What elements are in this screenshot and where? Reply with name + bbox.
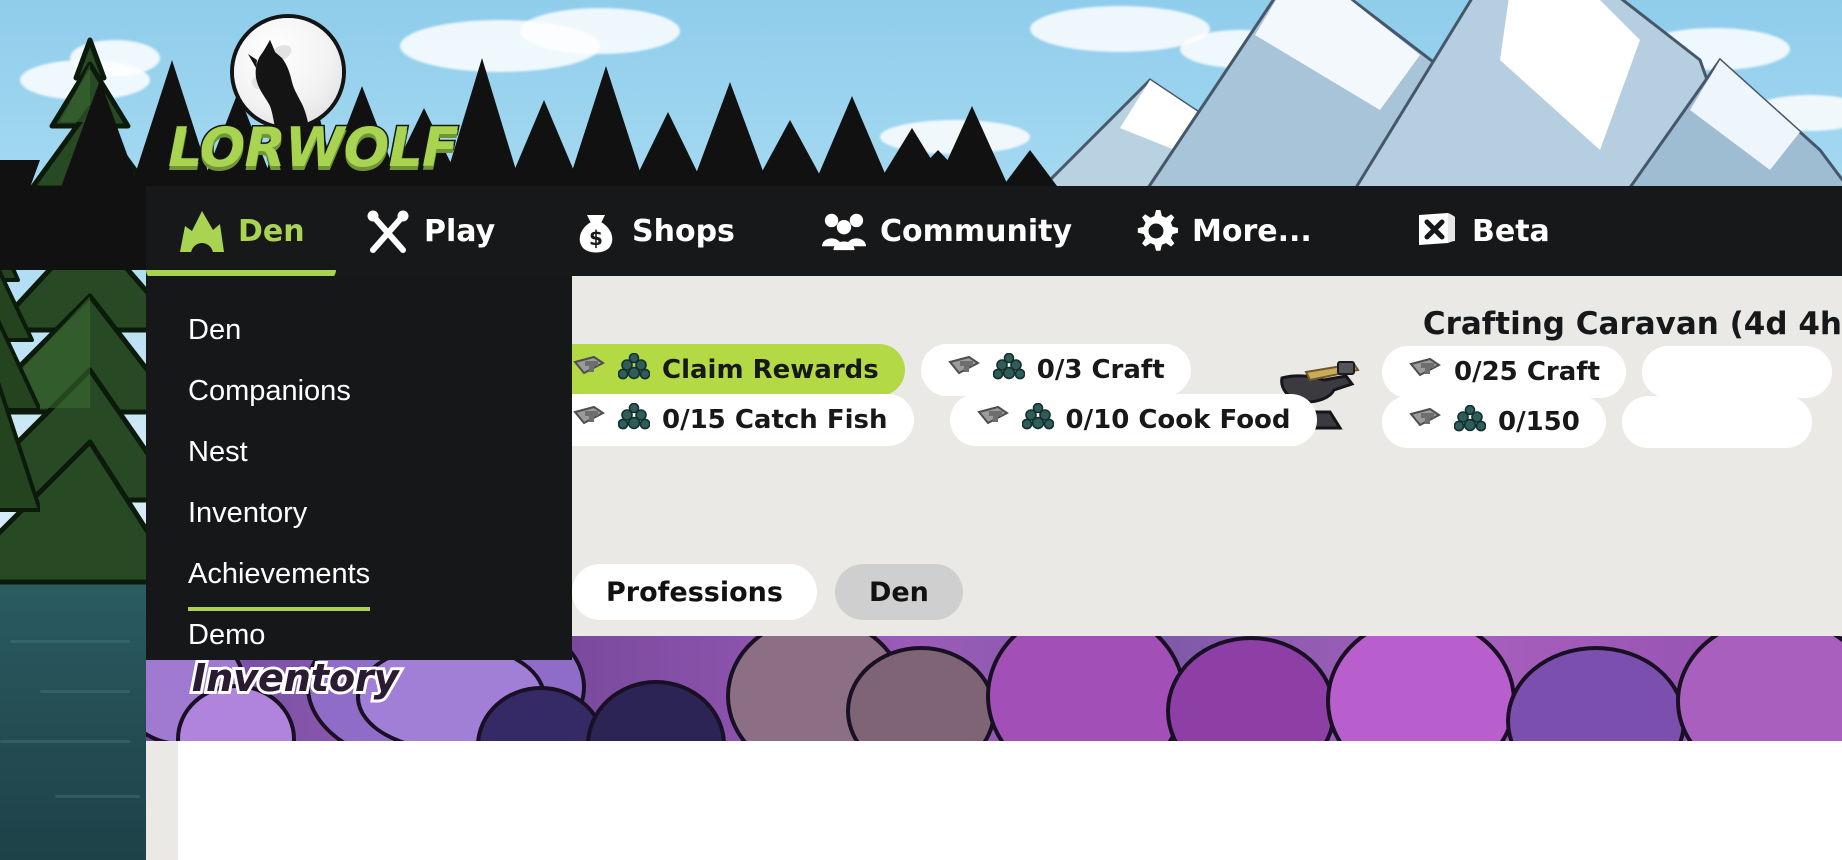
water-ripple xyxy=(55,795,140,798)
tab-den[interactable]: Den xyxy=(834,564,963,620)
water-ripple xyxy=(10,640,130,643)
caravan-chip-label: 0/150 xyxy=(1498,407,1580,437)
nav-label-play: Play xyxy=(424,213,496,249)
tab-professions[interactable]: Professions xyxy=(572,564,817,620)
task-chip-label: 0/15 Catch Fish xyxy=(662,405,888,435)
caravan-chip-partial[interactable] xyxy=(1642,346,1833,398)
task-chip-row-2: 0/15 Catch Fish 0/10 Cook Food xyxy=(546,394,1317,446)
scroll-icon xyxy=(976,405,1010,436)
ore-icon xyxy=(617,352,651,388)
nav-item-shops[interactable]: $ Shops xyxy=(548,186,800,276)
crafting-caravan-title: Crafting Caravan (4d 4h xyxy=(1422,306,1842,342)
dropdown-item-companions[interactable]: Companions xyxy=(146,361,572,422)
caravan-chip-partial[interactable] xyxy=(1621,396,1812,448)
tab-label: Professions xyxy=(606,576,783,608)
nav-label-den: Den xyxy=(238,213,305,249)
scroll-icon xyxy=(572,355,606,386)
caravan-chip[interactable]: 0/25 Craft xyxy=(1382,346,1627,398)
ore-icon xyxy=(1021,402,1054,438)
den-dropdown-menu: Den Companions Nest Inventory Achievemen… xyxy=(146,276,572,660)
dropdown-label: Demo xyxy=(188,619,266,651)
caravan-chip-row-2: 0/150 xyxy=(1382,396,1812,448)
dropdown-item-nest[interactable]: Nest xyxy=(146,422,572,483)
dropdown-label: Achievements xyxy=(188,544,371,611)
task-chip-label: 0/10 Cook Food xyxy=(1065,405,1291,435)
task-chip[interactable]: 0/3 Craft xyxy=(920,344,1191,396)
banner-orb xyxy=(1676,636,1842,741)
ore-icon xyxy=(992,352,1026,388)
claim-rewards-chip[interactable]: Claim Rewards xyxy=(546,344,905,396)
ore-icon xyxy=(617,402,651,438)
scroll-icon xyxy=(1408,407,1442,438)
nav-item-play[interactable]: Play xyxy=(336,186,548,276)
dropdown-label: Den xyxy=(188,314,242,346)
nav-label-community: Community xyxy=(880,213,1073,249)
claim-rewards-label: Claim Rewards xyxy=(662,355,879,385)
nav-label-shops: Shops xyxy=(632,213,735,249)
banner-orb xyxy=(586,680,726,741)
water-ripple xyxy=(40,690,130,693)
gear-icon xyxy=(1134,209,1178,253)
caravan-chip-row-1: 0/25 Craft xyxy=(1382,346,1833,398)
task-chip[interactable]: 0/15 Catch Fish xyxy=(546,394,914,446)
scroll-icon xyxy=(947,355,981,386)
task-chip-row-1: Claim Rewards 0/3 Craft xyxy=(546,344,1191,396)
banner-orb xyxy=(1166,636,1336,741)
banner-orb xyxy=(1506,646,1686,741)
nav-label-beta: Beta xyxy=(1472,213,1550,249)
nav-item-more[interactable]: More... xyxy=(1112,186,1392,276)
brand-logo[interactable]: LORWOLF xyxy=(167,18,460,181)
task-chip[interactable]: 0/10 Cook Food xyxy=(949,394,1317,446)
money-bag-icon: $ xyxy=(574,209,618,253)
banner-orb xyxy=(1326,636,1516,741)
dropdown-label: Nest xyxy=(188,436,248,468)
scroll-icon xyxy=(1408,357,1442,388)
ore-icon xyxy=(1453,404,1487,440)
water-ripple xyxy=(0,740,130,743)
nav-item-community[interactable]: Community xyxy=(800,186,1112,276)
people-group-icon xyxy=(822,209,866,253)
svg-text:$: $ xyxy=(589,226,603,250)
scroll-icon xyxy=(572,405,606,436)
banner-orb xyxy=(986,636,1186,741)
dropdown-item-achievements[interactable]: Achievements xyxy=(146,544,572,611)
tab-label: Den xyxy=(868,576,929,608)
flag-x-icon xyxy=(1414,209,1458,253)
crossed-oars-icon xyxy=(366,209,410,253)
task-chip-label: 0/3 Craft xyxy=(1036,355,1165,385)
caravan-chip[interactable]: 0/150 xyxy=(1382,396,1606,448)
brand-name: LORWOLF xyxy=(167,115,461,181)
nav-item-beta[interactable]: Beta xyxy=(1392,186,1642,276)
inventory-body xyxy=(146,741,1842,860)
dropdown-item-demo[interactable]: Demo xyxy=(146,605,572,666)
main-navigation: Den Play $ Shops Community More... Beta xyxy=(146,186,1842,280)
section-tabs: Professions Den xyxy=(572,564,963,620)
caravan-chip-label: 0/25 Craft xyxy=(1454,357,1601,387)
nav-item-den[interactable]: Den xyxy=(146,186,336,280)
dropdown-item-inventory[interactable]: Inventory xyxy=(146,483,572,544)
dropdown-item-den[interactable]: Den xyxy=(146,300,572,361)
dropdown-label: Inventory xyxy=(188,497,308,529)
dropdown-label: Companions xyxy=(188,375,351,407)
page-root: LORWOLF Den Play $ Shops Community More.… xyxy=(0,0,1842,860)
nav-label-more: More... xyxy=(1192,213,1312,249)
panel-left-strip xyxy=(146,741,178,860)
mountain-icon xyxy=(180,209,224,253)
